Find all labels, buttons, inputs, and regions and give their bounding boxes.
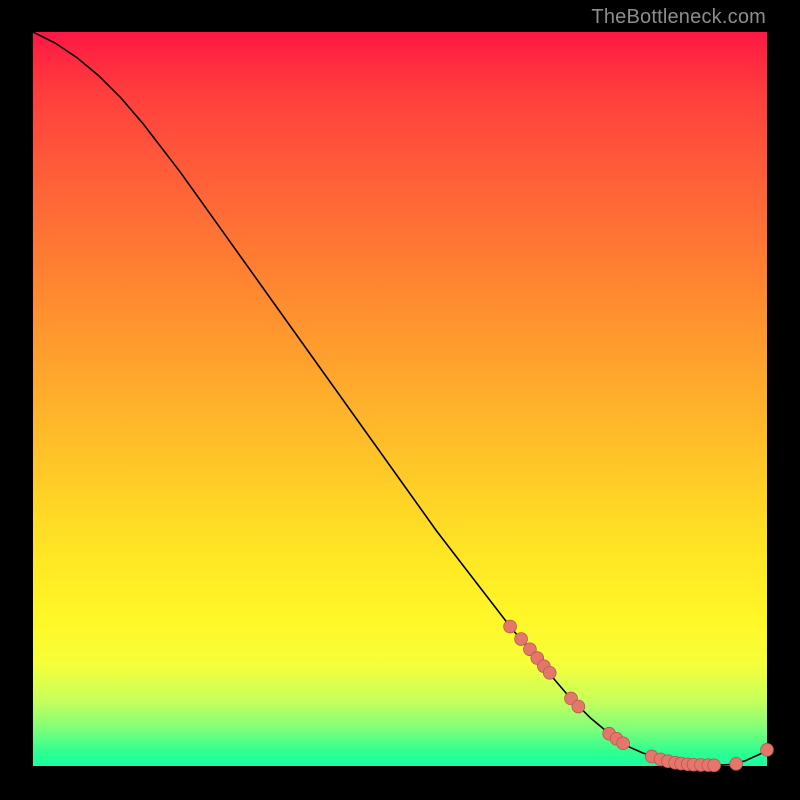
bottleneck-curve — [33, 32, 767, 765]
curve-marker — [708, 759, 721, 772]
curve-marker — [504, 620, 517, 633]
watermark-label: TheBottleneck.com — [591, 6, 766, 29]
chart-overlay-svg — [33, 32, 767, 766]
curve-marker — [761, 743, 774, 756]
curve-marker — [730, 757, 743, 770]
chart-stage: TheBottleneck.com — [0, 0, 800, 800]
curve-markers — [504, 620, 774, 772]
curve-marker — [515, 633, 528, 646]
curve-marker — [543, 666, 556, 679]
curve-marker — [572, 700, 585, 713]
curve-marker — [617, 737, 630, 750]
